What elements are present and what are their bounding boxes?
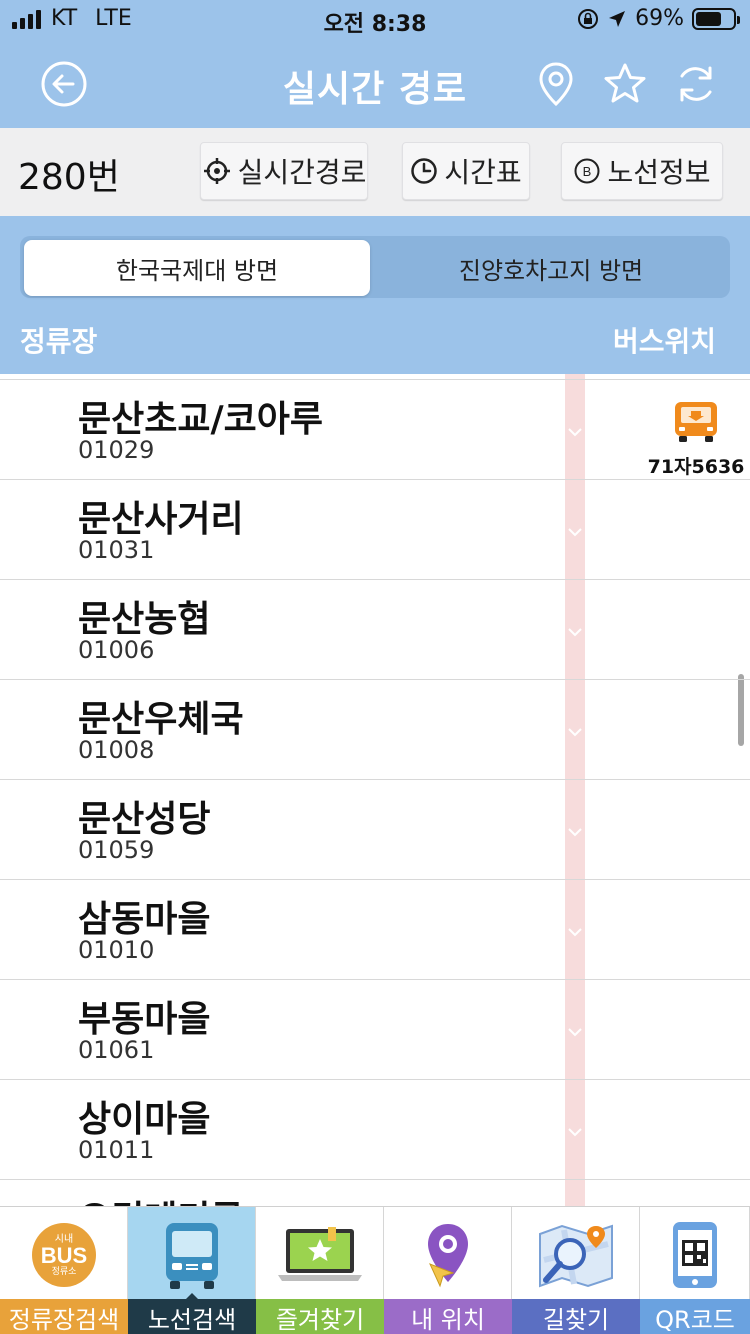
tab-label: 즐겨찾기 [256,1299,384,1334]
stop-row[interactable]: 오경레미콘 [0,1179,750,1206]
chevron-down-icon [568,628,582,637]
stops-column-label: 정류장 [20,325,98,358]
chevron-down-icon [568,528,582,537]
tab-my-location[interactable]: 내 위치 [384,1207,512,1334]
my-location-icon [384,1213,512,1297]
bus-icon [675,402,717,442]
crosshair-icon [203,158,230,184]
app-header: 실시간 경로 [0,40,750,128]
stop-name: 문산초교/코아루 [78,399,323,440]
route-toolbar: 280번 실시간경로 시간표 B 노선정보 [0,128,750,216]
tab-label: 정류장검색 [0,1299,128,1334]
timetable-label: 시간표 [444,156,522,189]
stop-name: 문산우체국 [78,699,244,740]
selected-tab-pointer [184,1293,200,1301]
tab-label: 길찾기 [512,1299,640,1334]
stop-name: 삼동마을 [78,899,211,940]
route-info-label: 노선정보 [607,156,711,189]
chevron-down-icon [568,828,582,837]
chevron-down-icon [568,1028,582,1037]
realtime-route-label: 실시간경로 [237,156,367,189]
route-number: 280번 [18,157,120,198]
stop-row[interactable]: 삼동마을 01010 [0,879,750,979]
qr-code-icon [640,1213,750,1297]
chevron-down-icon [568,728,582,737]
stop-name: 문산농협 [78,599,211,640]
location-pin-icon[interactable] [532,60,580,108]
badge-bottom-text: 정류소 [51,1265,77,1276]
tab-bus-stop[interactable]: 시내 BUS 정류소 정류장검색 [0,1207,128,1334]
chevron-down-icon [568,928,582,937]
tab-label: QR코드 [640,1299,750,1334]
stop-name: 오경레미콘 [78,1190,244,1206]
bus-stop-icon: 시내 BUS 정류소 [0,1213,128,1297]
stop-name: 문산사거리 [78,499,244,540]
map-search-icon [512,1213,640,1297]
stop-code: 01061 [78,1036,155,1064]
stop-code: 01059 [78,836,155,864]
tab-qr-code[interactable]: QR코드 [640,1207,750,1334]
stop-row[interactable]: 문산초교/코아루 01029 71자5636 [0,379,750,479]
stop-name: 상이마을 [78,1099,211,1140]
tab-bus[interactable]: 노선검색 [128,1207,256,1334]
svg-text:B: B [583,164,592,179]
direction-segment: 한국국제대 방면 진양호차고지 방면 [20,236,730,298]
stop-name: 부동마을 [78,999,211,1040]
stop-code: 01031 [78,536,155,564]
battery-icon [692,7,740,30]
bus-icon [128,1213,256,1297]
battery-percent: 69% [635,6,684,31]
refresh-icon[interactable] [672,60,720,108]
chevron-down-icon [568,1128,582,1137]
tab-favorite-laptop[interactable]: 즐겨찾기 [256,1207,384,1334]
bus-location-column-label: 버스위치 [612,325,716,358]
stop-row[interactable]: 문산사거리 01031 [0,479,750,579]
stop-code: 01029 [78,436,155,464]
direction-tab-inactive[interactable]: 진양호차고지 방면 [376,240,726,296]
direction-panel: 한국국제대 방면 진양호차고지 방면 정류장 버스위치 [0,216,750,374]
bottom-tab-bar: 시내 BUS 정류소 정류장검색 노선검색 즐겨찾기 내 위치 길찾기 QR코드 [0,1206,750,1334]
stop-row[interactable]: 상이마을 01011 [0,1079,750,1179]
direction-tab-active[interactable]: 한국국제대 방면 [24,240,370,296]
stop-row[interactable]: 문산성당 01059 [0,779,750,879]
stop-row[interactable]: 부동마을 01061 [0,979,750,1079]
timetable-button[interactable]: 시간표 [402,142,530,200]
stop-code: 01006 [78,636,155,664]
stop-code: 01008 [78,736,155,764]
stop-name: 문산성당 [78,799,211,840]
realtime-route-button[interactable]: 실시간경로 [200,142,368,200]
bus-badge-icon: B [574,158,600,184]
clock-icon [411,158,438,184]
location-arrow-icon [609,10,626,27]
status-bar: KT LTE 오전 8:38 69% [0,0,750,40]
bus-location-marker[interactable]: 71자5636 [644,400,748,479]
tab-label: 노선검색 [128,1299,256,1334]
bus-plate-number: 71자5636 [647,456,745,478]
stop-code: 01011 [78,1136,155,1164]
stop-row[interactable]: 문산농협 01006 [0,579,750,679]
orientation-lock-icon [578,8,599,29]
badge-main-text: BUS [40,1242,88,1268]
stop-row[interactable]: 문산우체국 01008 [0,679,750,779]
chevron-down-icon [568,428,582,437]
stop-code: 01010 [78,936,155,964]
tab-map-search[interactable]: 길찾기 [512,1207,640,1334]
route-info-button[interactable]: B 노선정보 [561,142,723,200]
tab-label: 내 위치 [384,1299,512,1334]
stop-list[interactable]: 문산초교/코아루 01029 71자5636 문산사거리 01031 문산농협 01006 문… [0,374,750,1206]
favorite-laptop-icon [256,1213,384,1297]
star-icon[interactable] [601,60,649,108]
